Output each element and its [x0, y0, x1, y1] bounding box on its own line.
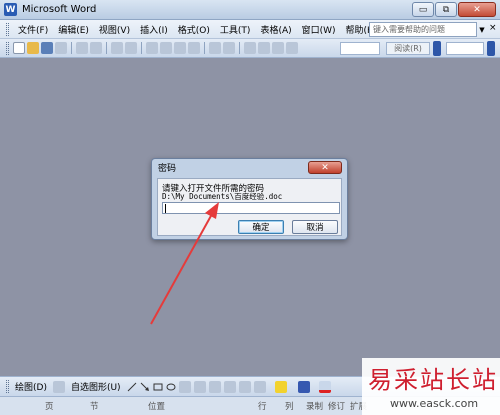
tables-borders-icon[interactable] [258, 42, 270, 54]
status-revision[interactable]: 修订 [328, 400, 345, 412]
diagram-icon[interactable] [223, 380, 236, 393]
toolbar-grip[interactable] [6, 22, 9, 36]
standard-toolbar: 阅读(R) [0, 39, 500, 58]
file-path: D:\My Documents\百度经验.doc [162, 192, 283, 201]
status-position: 位置 [148, 402, 166, 412]
vertical-textbox-icon[interactable] [193, 380, 206, 393]
hyperlink-icon[interactable] [244, 42, 256, 54]
reading-mode-button[interactable]: 阅读(R) [386, 42, 430, 55]
cut-icon[interactable] [146, 42, 158, 54]
fill-color-icon[interactable] [274, 380, 287, 393]
window-title: Microsoft Word [22, 4, 97, 15]
title-bar: W Microsoft Word ▭ ⧉ ✕ [0, 0, 500, 20]
dialog-close-button[interactable]: ✕ [308, 161, 342, 174]
spelling-icon[interactable] [111, 42, 123, 54]
columns-icon[interactable] [286, 42, 298, 54]
site-watermark: 易采站长站 www.easck.com [362, 358, 500, 415]
status-record[interactable]: 录制 [306, 400, 323, 412]
open-folder-icon[interactable] [27, 42, 39, 54]
watermark-logo: 易采站长站 [368, 366, 498, 394]
toolbar-options-icon[interactable] [487, 41, 495, 56]
status-section: 节 [90, 402, 99, 412]
close-button[interactable]: ✕ [458, 2, 496, 17]
text-cursor [165, 203, 166, 213]
menu-bar: 文件(F) 编辑(E) 视图(V) 插入(I) 格式(O) 工具(T) 表格(A… [0, 20, 500, 39]
select-objects-icon[interactable] [52, 380, 65, 393]
style-combo[interactable] [446, 42, 484, 55]
status-page: 页 [45, 402, 54, 412]
redo-icon[interactable] [223, 42, 235, 54]
menu-insert[interactable]: 插入(I) [135, 23, 173, 36]
format-painter-icon[interactable] [188, 42, 200, 54]
arrow-icon[interactable] [140, 382, 150, 392]
status-line: 行 [258, 402, 267, 412]
wordart-icon[interactable] [208, 380, 221, 393]
line-color-icon[interactable] [297, 380, 310, 393]
watermark-url: www.easck.com [390, 397, 479, 410]
textbox-icon[interactable] [178, 380, 191, 393]
print-preview-icon[interactable] [90, 42, 102, 54]
zoom-combo[interactable] [340, 42, 380, 55]
print-icon[interactable] [76, 42, 88, 54]
picture-icon[interactable] [253, 380, 266, 393]
toolbar-grip[interactable] [6, 380, 9, 393]
oval-icon[interactable] [166, 382, 176, 392]
insert-table-icon[interactable] [272, 42, 284, 54]
menu-window[interactable]: 窗口(W) [297, 23, 341, 36]
status-column: 列 [285, 402, 294, 412]
toolbar-options-icon[interactable] [433, 41, 441, 56]
chevron-down-icon[interactable]: ▼ [477, 22, 487, 37]
dialog-body: 请键入打开文件所需的密码 D:\My Documents\百度经验.doc 确定… [157, 178, 342, 236]
menu-tools[interactable]: 工具(T) [215, 23, 256, 36]
menu-table[interactable]: 表格(A) [255, 23, 296, 36]
font-color-icon[interactable] [318, 380, 331, 393]
close-document-button[interactable]: × [489, 23, 497, 33]
menu-view[interactable]: 视图(V) [94, 23, 135, 36]
menu-file[interactable]: 文件(F) [13, 23, 53, 36]
research-icon[interactable] [125, 42, 137, 54]
ok-button[interactable]: 确定 [238, 220, 284, 234]
autoshapes-menu-button[interactable]: 自选图形(U) [69, 380, 123, 393]
menu-format[interactable]: 格式(O) [173, 23, 215, 36]
toolbar-grip[interactable] [6, 41, 9, 55]
menu-edit[interactable]: 编辑(E) [53, 23, 94, 36]
word-app-icon: W [4, 3, 17, 16]
help-question-input[interactable]: 键入需要帮助的问题 [369, 22, 477, 37]
line-icon[interactable] [127, 382, 137, 392]
new-document-icon[interactable] [13, 42, 25, 54]
window-controls: ▭ ⧉ ✕ [412, 2, 496, 17]
undo-icon[interactable] [209, 42, 221, 54]
password-dialog: 密码 ✕ 请键入打开文件所需的密码 D:\My Documents\百度经验.d… [151, 158, 348, 240]
save-icon[interactable] [41, 42, 53, 54]
paste-icon[interactable] [174, 42, 186, 54]
permission-icon[interactable] [55, 42, 67, 54]
copy-icon[interactable] [160, 42, 172, 54]
clipart-icon[interactable] [238, 380, 251, 393]
cancel-button[interactable]: 取消 [292, 220, 338, 234]
restore-button[interactable]: ⧉ [435, 2, 457, 17]
minimize-button[interactable]: ▭ [412, 2, 434, 17]
rectangle-icon[interactable] [153, 382, 163, 392]
draw-menu-button[interactable]: 绘图(D) [13, 380, 49, 393]
password-input[interactable] [162, 202, 340, 214]
